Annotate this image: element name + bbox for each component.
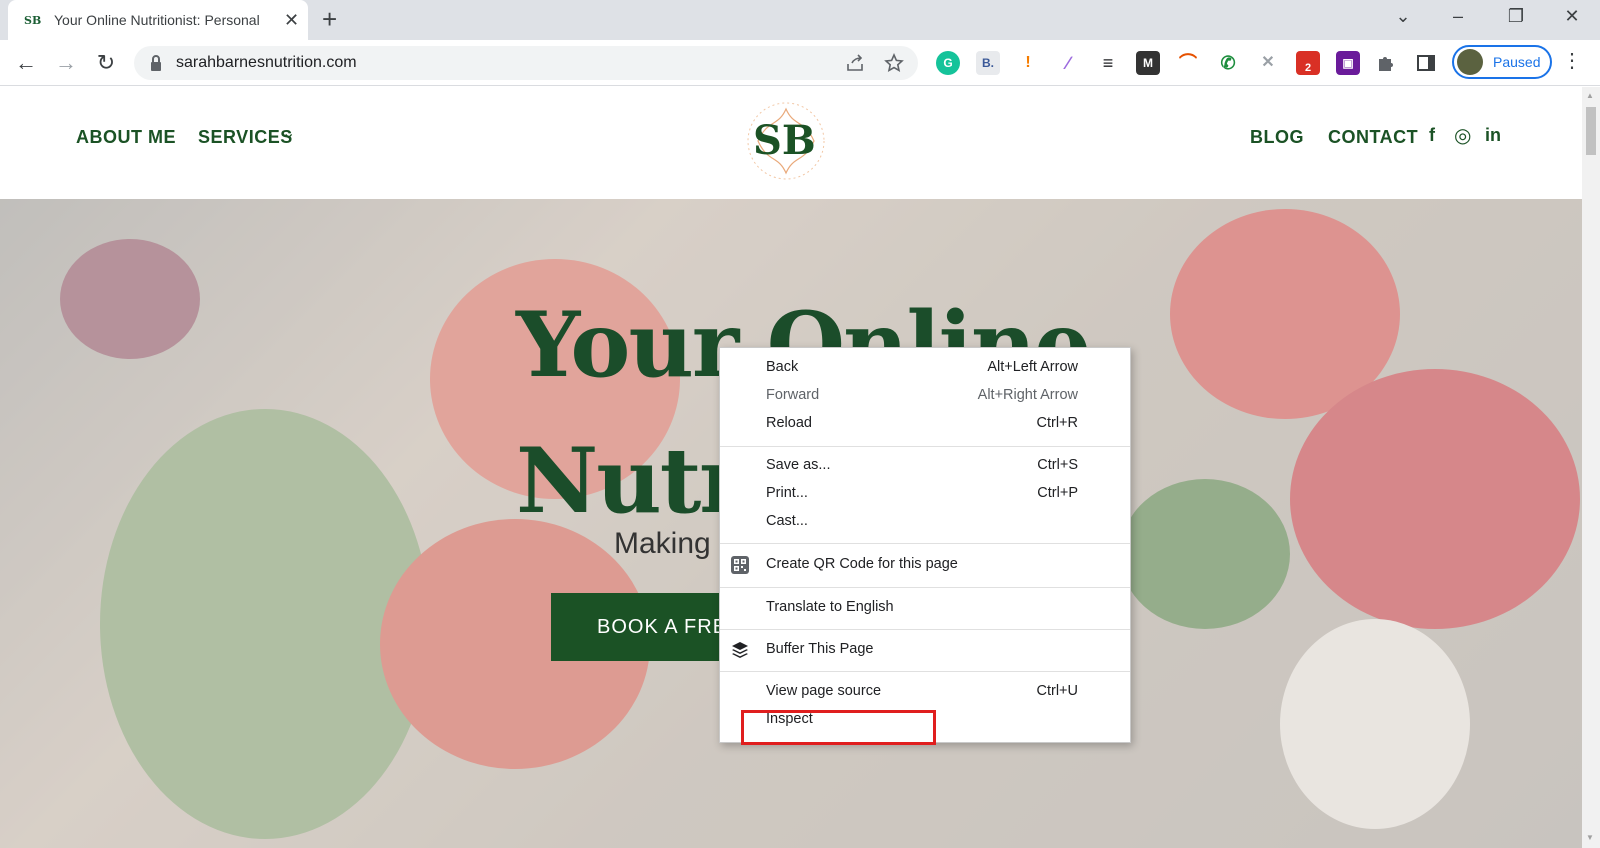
menu-divider bbox=[720, 629, 1130, 630]
context-menu-cast[interactable]: Cast... bbox=[720, 508, 1130, 536]
context-menu-translate[interactable]: Translate to English bbox=[720, 594, 1130, 622]
calendar-extension-icon[interactable]: ▣ bbox=[1336, 51, 1360, 75]
badge-extension-icon[interactable]: 2 bbox=[1296, 51, 1320, 75]
avatar bbox=[1457, 49, 1483, 75]
menu-divider bbox=[720, 446, 1130, 447]
menu-item-label: Reload bbox=[766, 415, 812, 431]
browser-toolbar: ← → ↻ sarahbarnesnutrition.com G B. ! ∕ … bbox=[0, 40, 1600, 86]
profile-status-label: Paused bbox=[1493, 54, 1541, 70]
hero-subtitle: Making bbox=[614, 527, 711, 560]
context-menu-print[interactable]: Print... Ctrl+P bbox=[720, 480, 1130, 508]
share-icon[interactable] bbox=[846, 54, 866, 72]
pen-extension-icon[interactable]: ∕ bbox=[1056, 51, 1080, 75]
scroll-up-arrow-icon[interactable]: ▲ bbox=[1586, 91, 1594, 100]
menu-item-label: Translate to English bbox=[766, 599, 894, 615]
instagram-icon[interactable]: ◎ bbox=[1454, 123, 1471, 148]
site-logo[interactable]: SB bbox=[738, 99, 834, 183]
menu-item-label: Back bbox=[766, 359, 799, 375]
context-menu-create-qr-code[interactable]: Create QR Code for this page bbox=[720, 551, 1130, 579]
context-menu-back[interactable]: Back Alt+Left Arrow bbox=[720, 354, 1130, 382]
bookmark-star-icon[interactable] bbox=[884, 53, 904, 73]
tab-favicon: SB bbox=[24, 13, 42, 27]
scroll-down-arrow-icon[interactable]: ▼ bbox=[1586, 833, 1594, 842]
menu-item-label: Create QR Code for this page bbox=[766, 556, 958, 572]
tab-title: Your Online Nutritionist: Personal bbox=[54, 12, 260, 28]
menu-divider bbox=[720, 671, 1130, 672]
context-menu-view-page-source[interactable]: View page source Ctrl+U bbox=[720, 678, 1130, 706]
tab-search-icon[interactable]: ⌄ bbox=[1383, 6, 1423, 27]
buffer-icon bbox=[732, 642, 748, 658]
menu-item-label: Forward bbox=[766, 387, 820, 403]
m-extension-icon[interactable]: M bbox=[1136, 51, 1160, 75]
nav-blog[interactable]: BLOG bbox=[1250, 127, 1304, 148]
nav-services[interactable]: SERVICES bbox=[198, 127, 293, 148]
menu-item-label: Save as... bbox=[766, 457, 831, 473]
context-menu-forward[interactable]: Forward Alt+Right Arrow bbox=[720, 382, 1130, 410]
context-menu-save-as[interactable]: Save as... Ctrl+S bbox=[720, 452, 1130, 480]
side-panel-icon[interactable] bbox=[1416, 53, 1436, 73]
shield-extension-icon[interactable]: ✕ bbox=[1256, 51, 1280, 75]
linkedin-icon[interactable]: in bbox=[1485, 125, 1501, 146]
rainbow-extension-icon[interactable]: ⌒ bbox=[1176, 51, 1200, 75]
tab-strip: SB Your Online Nutritionist: Personal ✕ … bbox=[0, 0, 1600, 40]
menu-item-label: View page source bbox=[766, 683, 882, 699]
reload-button[interactable]: ↻ bbox=[92, 49, 120, 77]
key-extension-icon[interactable]: ! bbox=[1016, 51, 1040, 75]
address-bar[interactable]: sarahbarnesnutrition.com bbox=[134, 46, 918, 80]
forward-button[interactable]: → bbox=[52, 49, 80, 77]
minimize-button[interactable]: – bbox=[1438, 6, 1478, 27]
new-tab-button[interactable]: + bbox=[322, 4, 337, 35]
menu-item-label: Print... bbox=[766, 485, 808, 501]
nav-about-me[interactable]: ABOUT ME bbox=[76, 127, 176, 148]
facebook-icon[interactable]: f bbox=[1429, 125, 1435, 146]
phone-extension-icon[interactable]: ✆ bbox=[1216, 51, 1240, 75]
menu-item-label: Cast... bbox=[766, 513, 808, 529]
qr-code-icon bbox=[731, 556, 749, 574]
logo-text: SB bbox=[753, 117, 816, 164]
chrome-menu-icon[interactable]: ⋮ bbox=[1562, 48, 1582, 73]
menu-item-shortcut: Ctrl+P bbox=[1037, 485, 1078, 501]
context-menu-buffer-this-page[interactable]: Buffer This Page bbox=[720, 636, 1130, 664]
inspect-highlight-box bbox=[741, 710, 936, 745]
context-menu: Back Alt+Left Arrow Forward Alt+Right Ar… bbox=[719, 347, 1131, 743]
url-text: sarahbarnesnutrition.com bbox=[176, 54, 357, 71]
tab-close-icon[interactable]: ✕ bbox=[284, 10, 299, 31]
menu-divider bbox=[720, 587, 1130, 588]
page-scrollbar[interactable]: ▲ ▼ bbox=[1582, 87, 1600, 848]
menu-item-shortcut: Ctrl+S bbox=[1037, 457, 1078, 473]
site-header: ABOUT ME SERVICES ⌄ SB BLOG CONTACT f ◎ … bbox=[0, 87, 1582, 199]
window-close-button[interactable]: ✕ bbox=[1552, 6, 1592, 27]
menu-item-shortcut: Alt+Left Arrow bbox=[987, 359, 1078, 375]
grammarly-extension-icon[interactable]: G bbox=[936, 51, 960, 75]
menu-item-shortcut: Ctrl+U bbox=[1036, 683, 1079, 699]
menu-item-label: Buffer This Page bbox=[766, 641, 874, 657]
services-chevron-down-icon[interactable]: ⌄ bbox=[282, 123, 296, 143]
buffer-extension-icon[interactable]: ≡ bbox=[1096, 51, 1120, 75]
browser-tab[interactable]: SB Your Online Nutritionist: Personal ✕ bbox=[8, 0, 308, 40]
extensions-puzzle-icon[interactable] bbox=[1376, 53, 1396, 73]
menu-item-shortcut: Ctrl+R bbox=[1036, 415, 1079, 431]
back-button[interactable]: ← bbox=[12, 49, 40, 77]
scrollbar-thumb[interactable] bbox=[1586, 107, 1596, 155]
b-extension-icon[interactable]: B. bbox=[976, 51, 1000, 75]
context-menu-reload[interactable]: Reload Ctrl+R bbox=[720, 410, 1130, 438]
menu-divider bbox=[720, 543, 1130, 544]
lock-icon bbox=[151, 55, 161, 71]
profile-button[interactable]: Paused bbox=[1452, 45, 1552, 79]
nav-contact[interactable]: CONTACT bbox=[1328, 127, 1418, 148]
menu-item-shortcut: Alt+Right Arrow bbox=[977, 387, 1078, 403]
restore-button[interactable]: ❐ bbox=[1496, 6, 1536, 27]
